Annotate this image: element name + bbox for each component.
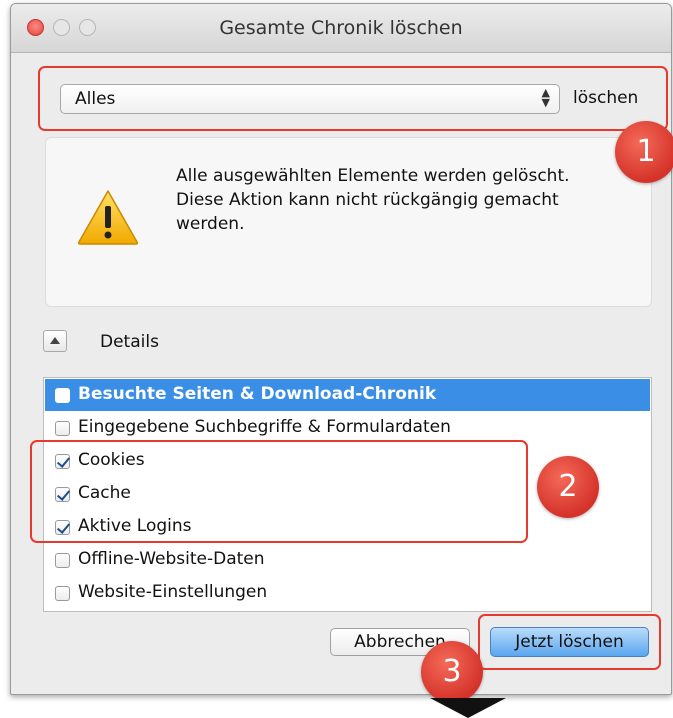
checkbox[interactable] <box>55 421 70 436</box>
details-label: Details <box>100 332 159 352</box>
annotation-box-2 <box>30 440 528 543</box>
warning-text: Alle ausgewählten Elemente werden gelösc… <box>176 164 606 236</box>
annotation-badge-3: 3 <box>421 641 483 703</box>
checkbox[interactable] <box>55 388 70 403</box>
window-title: Gesamte Chronik löschen <box>219 17 463 39</box>
list-item[interactable]: Besuchte Seiten & Download-Chronik <box>45 379 650 411</box>
list-item[interactable]: Offline-Website-Daten <box>45 544 650 576</box>
warning-panel: Alle ausgewählten Elemente werden gelösc… <box>45 137 652 307</box>
checkbox[interactable] <box>55 553 70 568</box>
down-arrow-icon <box>430 698 506 718</box>
warning-line-2: Diese Aktion kann nicht rückgängig gemac… <box>176 190 559 234</box>
list-item[interactable]: Website-Einstellungen <box>45 577 650 609</box>
screenshot: Gesamte Chronik löschen Alles ▲ ▼ löschen… <box>0 0 673 718</box>
checkbox[interactable] <box>55 586 70 601</box>
disclosure-up-icon[interactable] <box>43 330 67 352</box>
annotation-box-1 <box>38 66 668 131</box>
list-item-label: Eingegebene Suchbegriffe & Formulardaten <box>78 417 451 437</box>
list-item-label: Besuchte Seiten & Download-Chronik <box>78 384 437 404</box>
title-bar: Gesamte Chronik löschen <box>11 4 671 53</box>
annotation-box-3 <box>478 614 661 670</box>
warning-triangle-icon <box>77 190 139 245</box>
list-item-label: Website-Einstellungen <box>78 582 268 602</box>
warning-line-1: Alle ausgewählten Elemente werden gelösc… <box>176 166 570 186</box>
annotation-badge-1: 1 <box>615 121 673 183</box>
list-item-label: Offline-Website-Daten <box>78 549 265 569</box>
annotation-badge-2: 2 <box>537 456 599 518</box>
